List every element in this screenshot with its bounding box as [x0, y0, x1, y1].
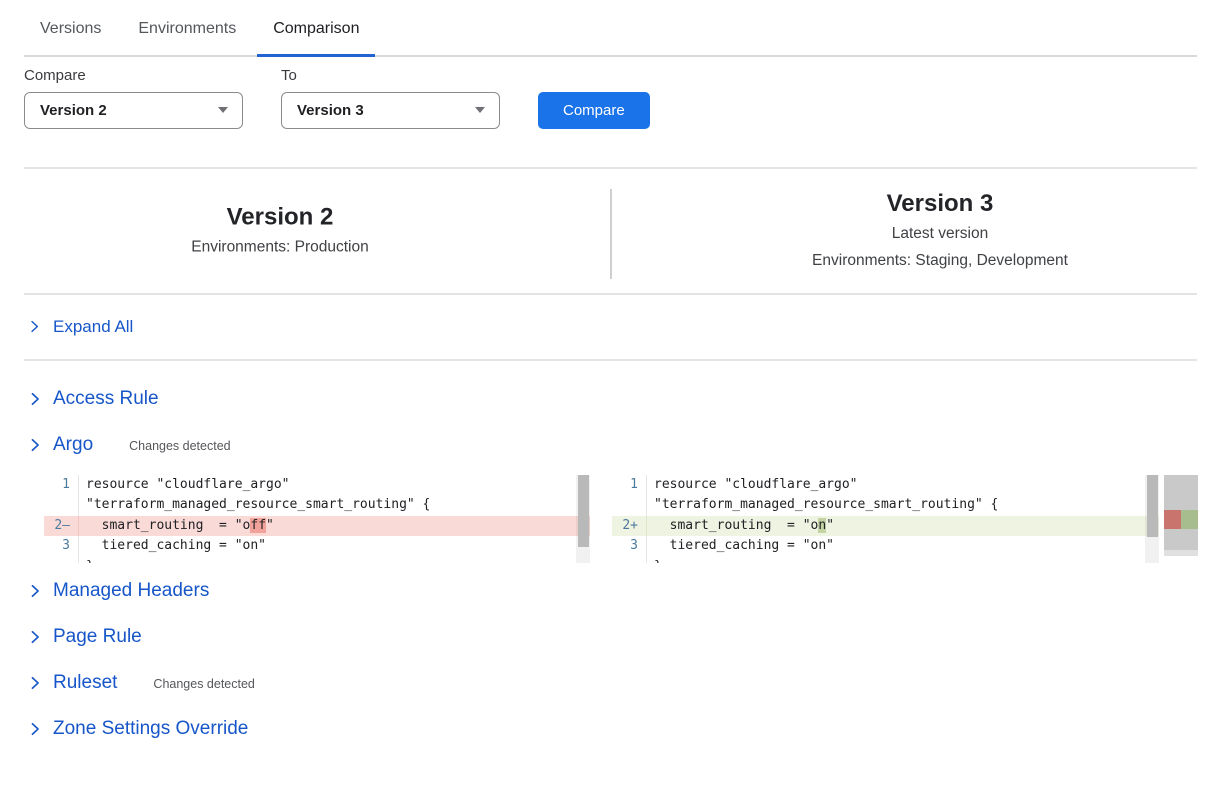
code-text: resource "cloudflare_argo"	[646, 475, 1159, 496]
compare-from-field: Compare Version 2	[24, 67, 243, 129]
line-number: 3	[44, 536, 78, 557]
version-right-title: Version 3	[683, 189, 1197, 219]
version-right-environments: Environments: Staging, Development	[683, 249, 1197, 273]
section-title: Argo	[53, 434, 93, 456]
section-title: Ruleset	[53, 672, 117, 694]
version-right-subtitle: Latest version	[683, 222, 1197, 246]
chevron-right-icon	[28, 320, 41, 333]
minimap-tail	[1164, 550, 1198, 556]
diff-pane-right: 1 resource "cloudflare_argo" "terraform_…	[612, 475, 1159, 563]
compare-from-value: Version 2	[40, 102, 107, 119]
section-argo[interactable]: Argo Changes detected	[0, 429, 1224, 461]
removed-word-highlight: ff	[250, 518, 266, 533]
line-number: 1	[612, 475, 646, 496]
compare-button[interactable]: Compare	[538, 92, 650, 129]
expand-all-toggle[interactable]: Expand All	[0, 295, 1224, 359]
compare-to-value: Version 3	[297, 102, 364, 119]
to-label: To	[281, 67, 500, 84]
compare-from-select[interactable]: Version 2	[24, 92, 243, 129]
scrollbar-thumb[interactable]	[1147, 475, 1158, 537]
compare-to-select[interactable]: Version 3	[281, 92, 500, 129]
diff-line: }	[612, 557, 1159, 563]
section-page-rule[interactable]: Page Rule	[0, 621, 1224, 653]
chevron-right-icon	[28, 392, 42, 406]
compare-to-field: To Version 3	[281, 67, 500, 129]
line-number: 1	[44, 475, 78, 496]
diff-pane-left: 1 resource "cloudflare_argo" "terraform_…	[44, 475, 590, 563]
diff-line-removed: 2– smart_routing = "off"	[44, 516, 590, 537]
expand-all-label: Expand All	[53, 317, 133, 337]
version-left-environments: Environments: Production	[24, 235, 536, 259]
line-number	[612, 495, 646, 516]
scrollbar-track[interactable]	[576, 475, 590, 563]
chevron-right-icon	[28, 584, 42, 598]
vertical-divider	[610, 189, 612, 279]
code-text: smart_routing = "on"	[646, 516, 1159, 537]
line-number	[44, 557, 78, 563]
section-title: Access Rule	[53, 388, 159, 410]
chevron-right-icon	[28, 630, 42, 644]
diff-line-added: 2+ smart_routing = "on"	[612, 516, 1159, 537]
tab-bar: Versions Environments Comparison	[24, 0, 1197, 57]
code-text: smart_routing = "off"	[78, 516, 590, 537]
version-left-title: Version 2	[24, 202, 536, 232]
compare-form: Compare Version 2 To Version 3 Compare	[24, 67, 1224, 129]
version-header-right: Version 3 Latest version Environments: S…	[683, 189, 1197, 273]
section-title: Zone Settings Override	[53, 718, 248, 740]
minimap-removed-marker	[1164, 510, 1181, 529]
changes-badge: Changes detected	[129, 436, 230, 453]
section-title: Page Rule	[53, 626, 142, 648]
chevron-down-icon	[218, 107, 228, 113]
chevron-down-icon	[475, 107, 485, 113]
version-header-left: Version 2 Environments: Production	[24, 202, 536, 259]
diff-line: 1 resource "cloudflare_argo"	[612, 475, 1159, 496]
chevron-right-icon	[28, 438, 42, 452]
chevron-right-icon	[28, 676, 42, 690]
line-number: 2–	[44, 516, 78, 537]
line-number	[44, 495, 78, 516]
code-text: resource "cloudflare_argo"	[78, 475, 590, 496]
diff-line: }	[44, 557, 590, 563]
diff-line-wrap: "terraform_managed_resource_smart_routin…	[612, 495, 1159, 516]
changes-badge: Changes detected	[153, 674, 254, 691]
tab-environments[interactable]: Environments	[122, 14, 252, 57]
scrollbar-track[interactable]	[1145, 475, 1159, 563]
diff-line: 3 tiered_caching = "on"	[44, 536, 590, 557]
code-text: }	[646, 557, 1159, 563]
section-ruleset[interactable]: Ruleset Changes detected	[0, 667, 1224, 699]
code-text: tiered_caching = "on"	[646, 536, 1159, 557]
scrollbar-thumb[interactable]	[578, 475, 589, 547]
minimap-added-marker	[1181, 510, 1198, 529]
diff-line-wrap: "terraform_managed_resource_smart_routin…	[44, 495, 590, 516]
argo-diff-view: 1 resource "cloudflare_argo" "terraform_…	[44, 475, 1224, 563]
diff-line: 3 tiered_caching = "on"	[612, 536, 1159, 557]
divider	[24, 359, 1197, 361]
version-headers: Version 2 Environments: Production Versi…	[0, 169, 1224, 293]
code-text: "terraform_managed_resource_smart_routin…	[646, 495, 1159, 516]
tab-versions[interactable]: Versions	[24, 14, 117, 57]
section-access-rule[interactable]: Access Rule	[0, 383, 1224, 415]
comparison-page: Versions Environments Comparison Compare…	[0, 0, 1224, 788]
diff-minimap	[1164, 475, 1198, 563]
tab-comparison[interactable]: Comparison	[257, 14, 375, 57]
section-zone-settings-override[interactable]: Zone Settings Override	[0, 713, 1224, 745]
section-list: Access Rule Argo Changes detected 1 reso…	[0, 383, 1224, 745]
line-number: 3	[612, 536, 646, 557]
code-text: }	[78, 557, 590, 563]
compare-label: Compare	[24, 67, 243, 84]
chevron-right-icon	[28, 722, 42, 736]
line-number	[612, 557, 646, 563]
diff-line: 1 resource "cloudflare_argo"	[44, 475, 590, 496]
code-text: "terraform_managed_resource_smart_routin…	[78, 495, 590, 516]
line-number: 2+	[612, 516, 646, 537]
code-text: tiered_caching = "on"	[78, 536, 590, 557]
section-title: Managed Headers	[53, 580, 209, 602]
section-managed-headers[interactable]: Managed Headers	[0, 575, 1224, 607]
